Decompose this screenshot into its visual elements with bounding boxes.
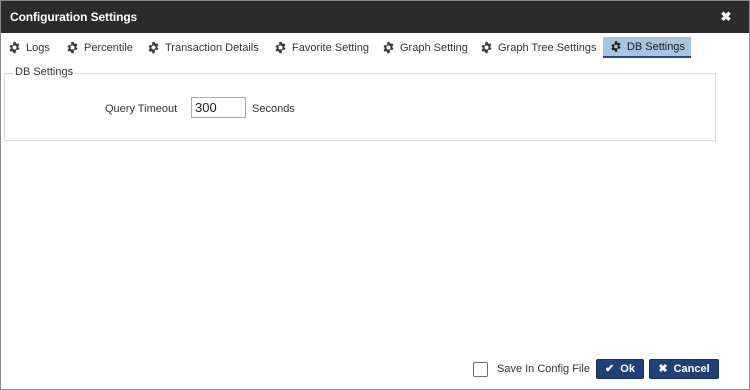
dialog-titlebar: Configuration Settings ✖ [1,1,749,33]
query-timeout-input[interactable] [191,97,246,118]
save-in-config-checkbox[interactable] [473,362,488,377]
tab-graph-tree-settings[interactable]: Graph Tree Settings [473,37,602,58]
gear-icon [148,41,159,54]
cancel-button-label: Cancel [673,363,710,375]
tab-label: Percentile [84,41,133,54]
gear-icon [9,41,20,54]
query-timeout-label: Query Timeout [105,103,178,115]
seconds-label: Seconds [252,103,295,115]
check-icon: ✔ [605,362,615,375]
tab-logs[interactable]: Logs [1,37,56,58]
tab-transaction-details[interactable]: Transaction Details [140,37,265,58]
dialog-title: Configuration Settings [10,10,138,24]
gear-icon [611,41,621,52]
gear-icon [67,41,78,54]
db-settings-legend: DB Settings [13,66,76,78]
save-in-config-label: Save In Config File [497,363,590,375]
tab-favorite-setting[interactable]: Favorite Setting [267,37,375,58]
tab-db-settings[interactable]: DB Settings [603,37,691,58]
ok-button-label: Ok [620,363,635,375]
tab-label: Logs [26,41,50,54]
tab-label: DB Settings [626,40,685,53]
tab-label: Favorite Setting [292,41,370,54]
close-icon: ✖ [658,362,668,375]
tab-label: Graph Tree Settings [498,41,597,54]
gear-icon [481,41,492,54]
cancel-button[interactable]: ✖ Cancel [649,359,719,379]
close-icon[interactable]: ✖ [719,9,733,25]
db-settings-fieldset: DB Settings Query Timeout Seconds [4,66,716,141]
ok-button[interactable]: ✔ Ok [596,359,644,379]
settings-tabs: Logs Percentile Transaction Details Favo… [1,37,749,59]
tab-label: Transaction Details [165,41,259,54]
tab-label: Graph Setting [400,41,468,54]
tab-percentile[interactable]: Percentile [59,37,139,58]
configuration-settings-dialog: Configuration Settings ✖ Logs Percentile… [0,0,750,390]
gear-icon [383,41,394,54]
gear-icon [275,41,286,54]
tab-graph-setting[interactable]: Graph Setting [375,37,474,58]
